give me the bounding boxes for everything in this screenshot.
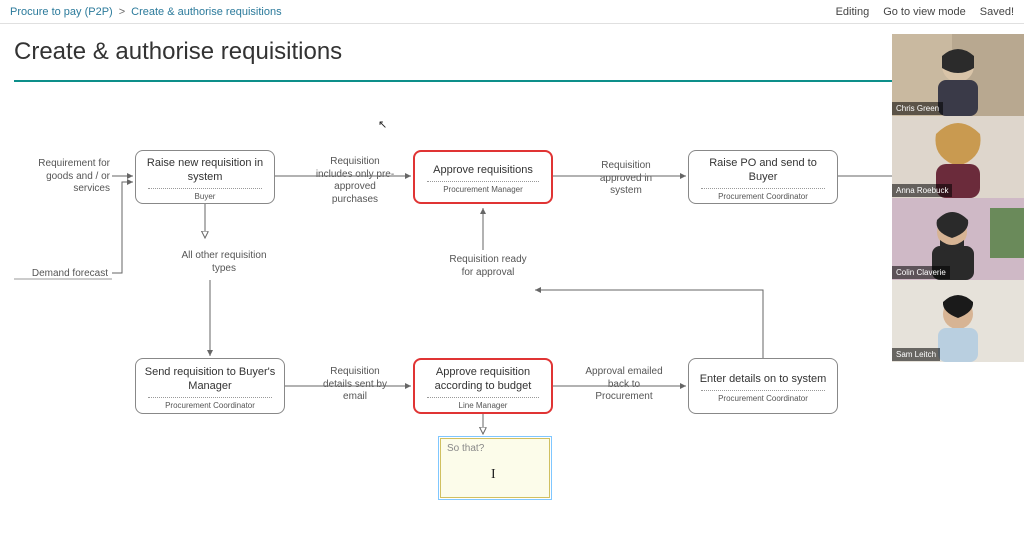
node-title: Enter details on to system xyxy=(697,373,829,387)
node-enter-details[interactable]: Enter details on to system Procurement C… xyxy=(688,358,838,414)
label-approved-in-system: Requisition approved in system xyxy=(588,160,664,198)
video-tile-1[interactable]: Chris Green xyxy=(892,34,1024,116)
participant-name: Anna Roebuck xyxy=(892,184,952,197)
breadcrumb-current[interactable]: Create & authorise requisitions xyxy=(131,6,281,18)
saved-status: Saved! xyxy=(980,6,1014,18)
video-call-panel[interactable]: Chris Green Anna Roebuck Colin Claverie … xyxy=(892,34,1024,362)
node-title: Raise new requisition in system xyxy=(144,157,266,185)
node-role: Procurement Coordinator xyxy=(697,192,829,201)
label-includes-preapproved: Requisition includes only pre-approved p… xyxy=(315,156,395,206)
label-details-sent: Requisition details sent by email xyxy=(315,366,395,404)
goto-view-mode-link[interactable]: Go to view mode xyxy=(883,6,966,18)
video-tile-2[interactable]: Anna Roebuck xyxy=(892,116,1024,198)
breadcrumb-separator: > xyxy=(119,6,125,18)
label-approval-emailed: Approval emailed back to Procurement xyxy=(584,366,664,404)
node-title: Send requisition to Buyer's Manager xyxy=(144,366,276,394)
topbar: Procure to pay (P2P) > Create & authoris… xyxy=(0,0,1024,24)
annotation-so-that[interactable]: So that? I xyxy=(440,438,550,498)
breadcrumb: Procure to pay (P2P) > Create & authoris… xyxy=(10,6,282,18)
text-cursor-icon: I xyxy=(491,467,496,483)
label-requirement-goods: Requirement for goods and / or services xyxy=(20,158,110,196)
annotation-text: So that? xyxy=(447,443,484,454)
node-approve-requisitions[interactable]: Approve requisitions Procurement Manager xyxy=(413,150,553,204)
node-role: Line Manager xyxy=(423,401,543,410)
breadcrumb-parent[interactable]: Procure to pay (P2P) xyxy=(10,6,113,18)
node-role: Buyer xyxy=(144,192,266,201)
label-demand-forecast: Demand forecast xyxy=(20,268,108,281)
node-send-to-manager[interactable]: Send requisition to Buyer's Manager Proc… xyxy=(135,358,285,414)
node-approve-budget[interactable]: Approve requisition according to budget … xyxy=(413,358,553,414)
label-ready-for-approval: Requisition ready for approval xyxy=(448,254,528,279)
node-role: Procurement Coordinator xyxy=(144,401,276,410)
node-role: Procurement Coordinator xyxy=(697,394,829,403)
diagram-canvas[interactable]: Requirement for goods and / or services … xyxy=(0,90,1024,552)
participant-name: Chris Green xyxy=(892,102,943,115)
participant-name: Sam Leitch xyxy=(892,348,940,361)
editing-status: Editing xyxy=(836,6,870,18)
title-area: Create & authorise requisitions xyxy=(0,24,1024,90)
page-title: Create & authorise requisitions xyxy=(14,38,1010,66)
node-title: Approve requisition according to budget xyxy=(423,366,543,394)
node-raise-new-requisition[interactable]: Raise new requisition in system Buyer xyxy=(135,150,275,204)
cursor-arrow-icon: ↖ xyxy=(378,118,387,131)
title-underline xyxy=(14,80,1010,82)
label-all-other: All other requisition types xyxy=(174,250,274,275)
node-role: Procurement Manager xyxy=(423,185,543,194)
video-tile-3[interactable]: Colin Claverie xyxy=(892,198,1024,280)
toolbar-right: Editing Go to view mode Saved! xyxy=(836,6,1014,18)
participant-name: Colin Claverie xyxy=(892,266,950,279)
node-title: Raise PO and send to Buyer xyxy=(697,157,829,185)
node-title: Approve requisitions xyxy=(423,164,543,178)
node-raise-po[interactable]: Raise PO and send to Buyer Procurement C… xyxy=(688,150,838,204)
video-tile-4[interactable]: Sam Leitch xyxy=(892,280,1024,362)
